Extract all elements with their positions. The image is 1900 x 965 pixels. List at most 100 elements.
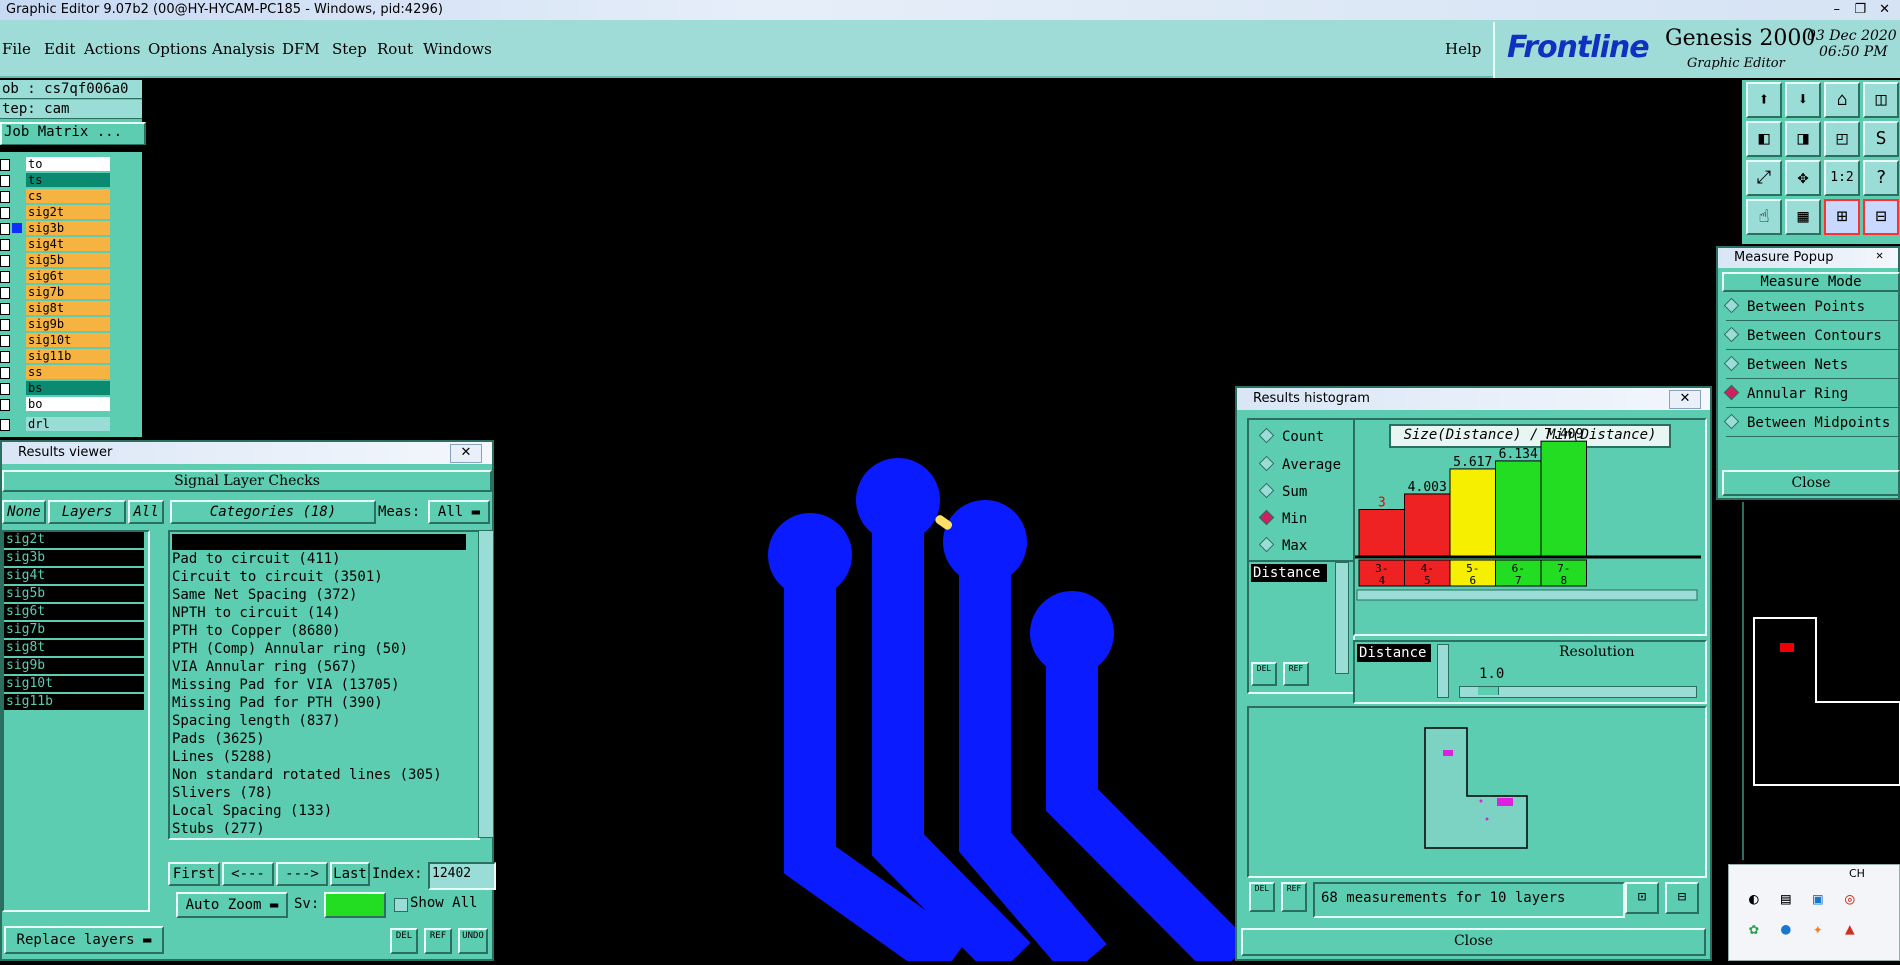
list-item[interactable]: sig10t [4, 676, 144, 692]
meas-dropdown[interactable]: All ▬ [428, 500, 490, 524]
list-item[interactable]: sig7b [4, 622, 144, 638]
layer-checkbox[interactable] [0, 255, 10, 267]
option-max[interactable]: Max [1258, 536, 1307, 555]
layer-checkbox[interactable] [0, 159, 10, 171]
category-item[interactable]: VIA Annular ring (567) [172, 658, 357, 676]
histogram-bar[interactable] [1540, 440, 1587, 557]
export-alt-icon[interactable]: ⊟ [1665, 882, 1699, 914]
category-item[interactable]: Via to Via (68) [172, 532, 298, 550]
category-item[interactable]: Pads (3625) [172, 730, 265, 748]
category-item[interactable]: NPTH to circuit (14) [172, 604, 341, 622]
menu-windows[interactable]: Windows [423, 40, 492, 58]
option-average[interactable]: Average [1258, 455, 1341, 474]
field-list[interactable]: Distance DEL REF [1247, 560, 1355, 694]
tray-app-icon[interactable]: ✦ [1813, 919, 1823, 938]
save-icon[interactable]: ⬇ [1785, 82, 1821, 118]
all-button[interactable]: All [128, 500, 164, 524]
layer-row[interactable]: cs [0, 189, 142, 204]
list-scrollbar[interactable] [1335, 562, 1349, 674]
home-icon[interactable]: ⌂ [1824, 82, 1860, 118]
list-item[interactable]: sig2t [4, 532, 144, 548]
layer-row[interactable]: sig11b [0, 349, 142, 364]
close-icon[interactable]: ✕ [1876, 248, 1883, 262]
tray-app-icon[interactable]: ▲ [1845, 919, 1855, 938]
menu-actions[interactable]: Actions [84, 40, 140, 58]
menu-options[interactable]: Options [148, 40, 207, 58]
category-item[interactable]: Same Net Spacing (372) [172, 586, 357, 604]
close-window-icon[interactable]: ✕ [1879, 0, 1890, 20]
result-layers-list[interactable]: sig2t sig3b sig4t sig5b sig6t sig7b sig8… [2, 530, 150, 912]
category-item[interactable]: PTH (Comp) Annular ring (50) [172, 640, 408, 658]
mode-between-nets[interactable]: Between Nets [1723, 352, 1900, 379]
layer-checkbox[interactable] [0, 175, 10, 187]
layer-row[interactable]: sig6t [0, 269, 142, 284]
category-item[interactable]: Spacing length (837) [172, 712, 341, 730]
layer-checkbox[interactable] [0, 287, 10, 299]
none-button[interactable]: None [2, 500, 46, 524]
snap-icon[interactable]: S [1863, 121, 1899, 157]
categories-scrollbar[interactable] [478, 530, 494, 838]
menu-edit[interactable]: Edit [44, 40, 75, 58]
tray-app-icon[interactable]: ▣ [1813, 889, 1823, 908]
list-item[interactable]: sig9b [4, 658, 144, 674]
del-button[interactable]: DEL [1249, 882, 1275, 912]
layer-checkbox[interactable] [0, 351, 10, 363]
layer-checkbox[interactable] [0, 383, 10, 395]
layer-checkbox[interactable] [0, 191, 10, 203]
list-item[interactable]: sig4t [4, 568, 144, 584]
option-sum[interactable]: Sum [1258, 482, 1307, 501]
category-item[interactable]: Missing Pad for PTH (390) [172, 694, 383, 712]
option-count[interactable]: Count [1258, 427, 1324, 446]
minimize-icon[interactable]: – [1834, 0, 1841, 20]
ime-indicator[interactable]: CH [1849, 867, 1865, 880]
category-item[interactable]: Non standard rotated lines (305) [172, 766, 442, 784]
open-icon[interactable]: ⬆ [1746, 82, 1782, 118]
tray-app-icon[interactable]: ● [1781, 919, 1791, 938]
layer-checkbox[interactable] [0, 335, 10, 347]
layer-checkbox[interactable] [0, 271, 10, 283]
layer-row[interactable]: bo [0, 397, 142, 412]
del-button[interactable]: DEL [1251, 662, 1277, 686]
center-icon[interactable]: ✥ [1785, 160, 1821, 196]
show-all-checkbox[interactable] [394, 898, 408, 912]
menu-rout[interactable]: Rout [377, 40, 413, 58]
histogram-bar[interactable] [1358, 509, 1405, 557]
categories-button[interactable]: Categories (18) [170, 500, 376, 524]
measure-icon[interactable]: ⊞ [1824, 199, 1860, 235]
chart-scrollbar[interactable] [1356, 589, 1698, 601]
layer-row[interactable]: drl [0, 417, 142, 432]
menu-step[interactable]: Step [332, 40, 367, 58]
pan-right-icon[interactable]: ◨ [1785, 121, 1821, 157]
resolution-scrollbar[interactable] [1437, 644, 1449, 698]
help-icon[interactable]: ? [1863, 160, 1899, 196]
resolution-slider[interactable] [1459, 686, 1697, 698]
category-item[interactable]: Lines (5288) [172, 748, 273, 766]
layer-checkbox[interactable] [0, 207, 10, 219]
overview-map[interactable] [1742, 502, 1900, 860]
mode-between-points[interactable]: Between Points [1723, 294, 1900, 321]
layer-checkbox[interactable] [0, 223, 10, 235]
tray-app-icon[interactable]: ▤ [1781, 889, 1791, 908]
layer-row[interactable]: bs [0, 381, 142, 396]
list-item[interactable]: sig3b [4, 550, 144, 566]
replace-layers-dropdown[interactable]: Replace layers ▬ [4, 926, 164, 954]
grid-icon[interactable]: ▦ [1785, 199, 1821, 235]
restore-icon[interactable]: ❐ [1854, 0, 1866, 20]
option-min[interactable]: Min [1258, 509, 1307, 528]
layer-checkbox[interactable] [0, 303, 10, 315]
layers-button[interactable]: Layers [48, 500, 126, 524]
first-button[interactable]: First [168, 862, 220, 886]
menu-analysis[interactable]: Analysis [212, 40, 275, 58]
layer-checkbox[interactable] [0, 367, 10, 379]
layer-row[interactable]: sig5b [0, 253, 142, 268]
pan-in-icon[interactable]: ◰ [1824, 121, 1860, 157]
layer-row[interactable]: sig8t [0, 301, 142, 316]
mode-between-contours[interactable]: Between Contours [1723, 323, 1900, 350]
pan-left-icon[interactable]: ◧ [1746, 121, 1782, 157]
category-item[interactable]: Circuit to circuit (3501) [172, 568, 383, 586]
layer-row[interactable]: sig9b [0, 317, 142, 332]
list-item[interactable]: sig5b [4, 586, 144, 602]
category-item[interactable]: Slivers (78) [172, 784, 273, 802]
list-item[interactable]: sig11b [4, 694, 144, 710]
mode-annular-ring[interactable]: Annular Ring [1723, 381, 1900, 408]
